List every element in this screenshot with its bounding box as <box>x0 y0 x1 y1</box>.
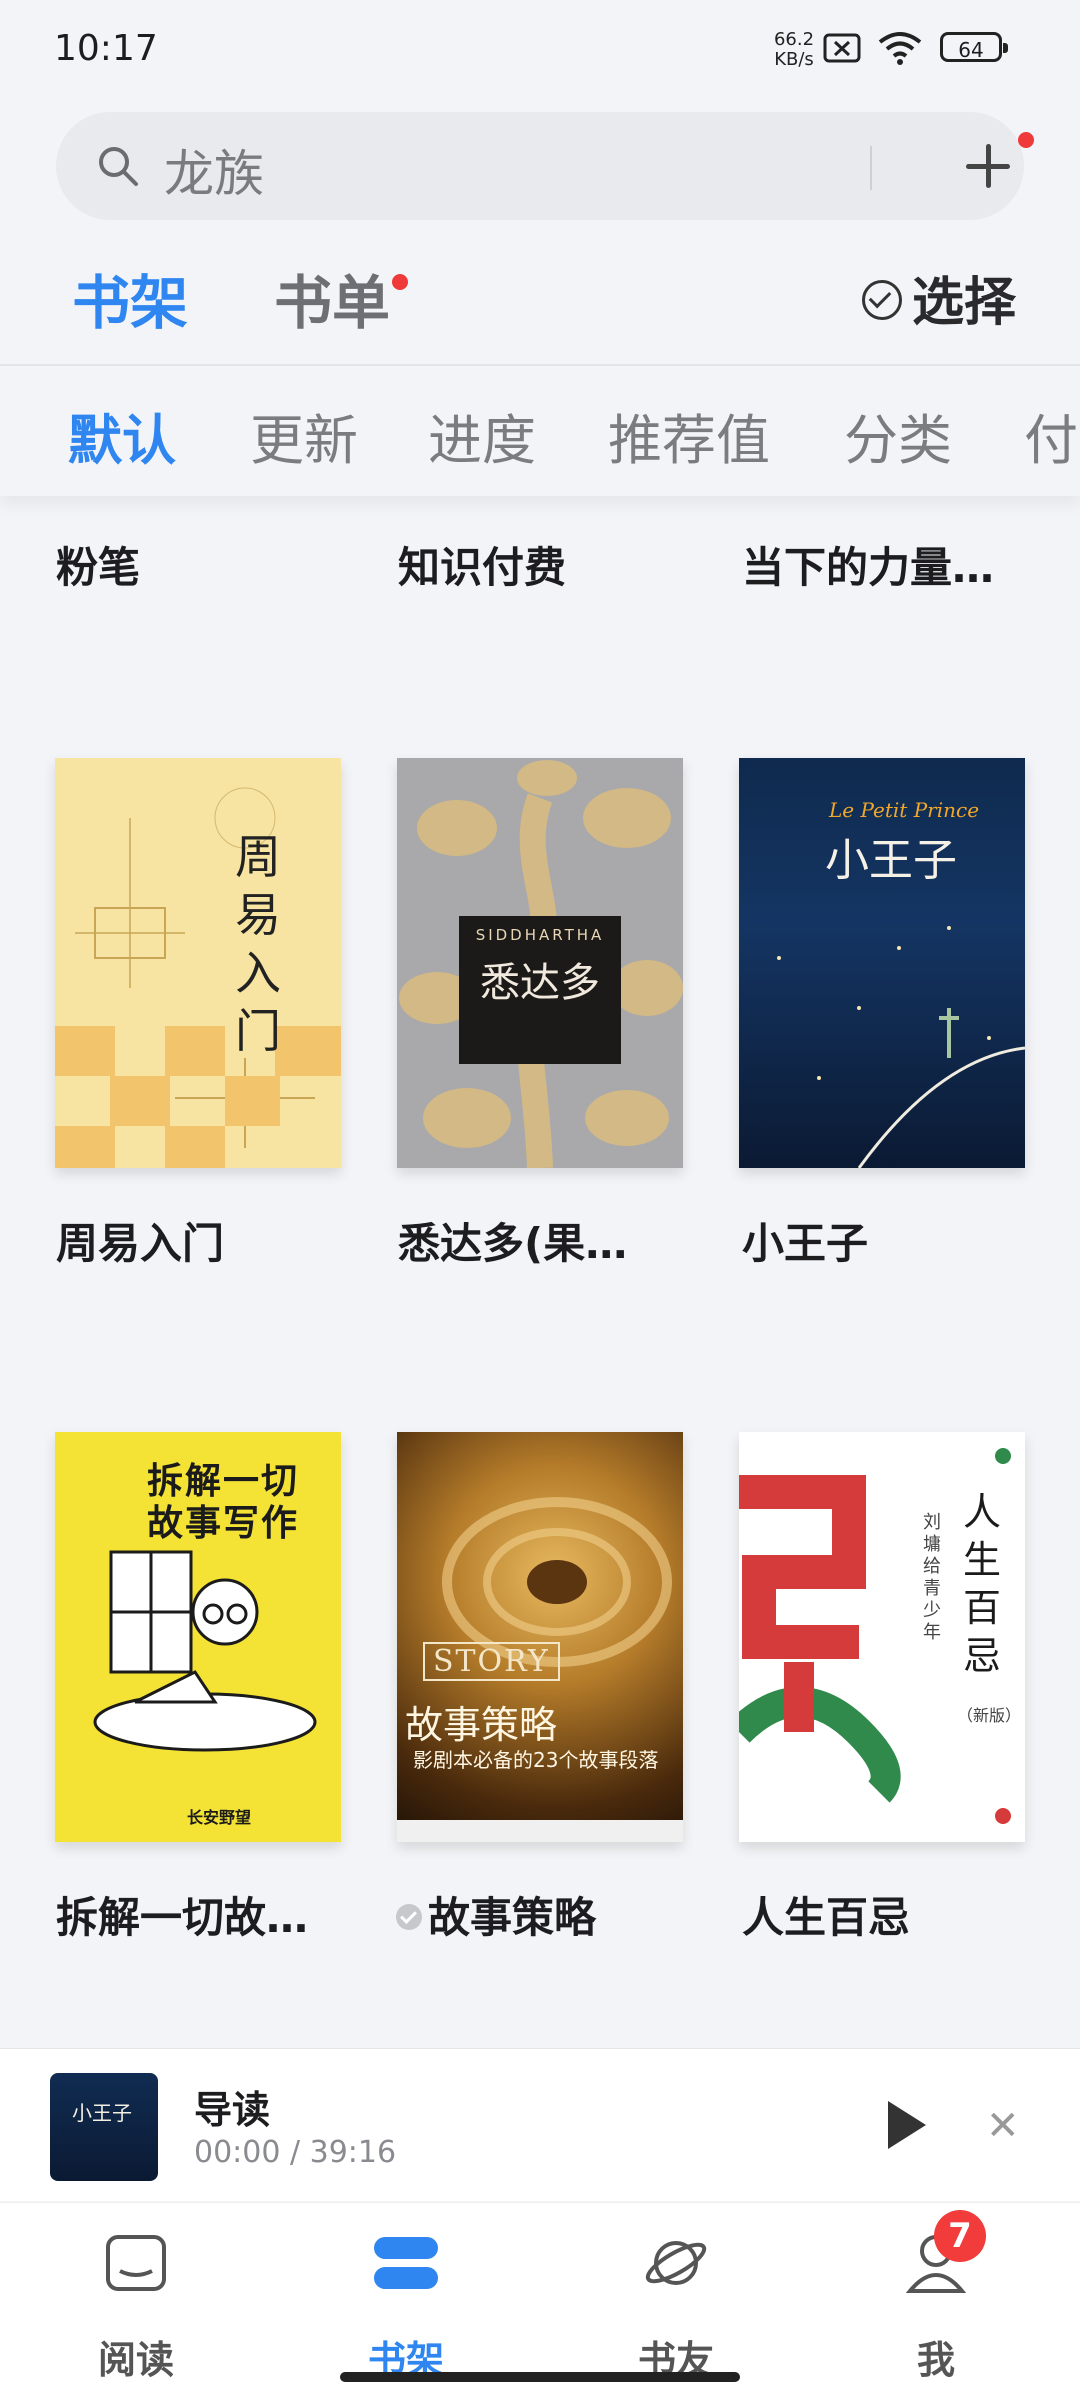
clock: 10:17 <box>54 28 158 69</box>
tab-bookshelf[interactable]: 书架 <box>72 256 188 340</box>
book-title[interactable]: 粉笔 <box>56 534 140 595</box>
search-divider <box>870 146 872 190</box>
add-notification-dot <box>1018 132 1034 148</box>
top-tabs: 书架 书单 选择 <box>0 240 1080 360</box>
book-title[interactable]: 小王子 <box>742 1210 868 1271</box>
book-title[interactable]: 周易入门 <box>56 1210 224 1271</box>
cover-panel: SIDDHARTHA 悉达多 <box>459 916 621 1064</box>
add-icon[interactable] <box>960 138 1016 194</box>
network-speed: 66.2 KB/s <box>773 29 815 70</box>
cover-planet-art <box>777 926 1025 1168</box>
cover-tagline: 影剧本必备的23个故事段落 <box>413 1748 659 1772</box>
sort-tab-category[interactable]: 分类 <box>844 396 952 475</box>
search-bar[interactable]: 龙族 <box>56 112 1034 220</box>
book-title[interactable]: 知识付费 <box>398 534 566 595</box>
cover-illustration <box>93 1550 317 1752</box>
player-title: 导读 <box>194 2088 271 2132</box>
sort-tab-update[interactable]: 更新 <box>250 396 358 475</box>
search-icon <box>99 147 138 186</box>
sort-tab-paid[interactable]: 付 <box>1024 396 1078 475</box>
home-indicator[interactable] <box>340 2372 740 2382</box>
tab-booklist[interactable]: 书单 <box>274 256 390 340</box>
player-time: 00:00 / 39:16 <box>194 2135 397 2170</box>
select-button[interactable]: 选择 <box>861 260 1016 335</box>
bookshelf-icon <box>374 2237 438 2289</box>
cover-author: 长安野望 <box>187 1808 252 1827</box>
book-cover-story-strategy[interactable]: STORY 故事策略 影剧本必备的23个故事段落 <box>397 1432 683 1842</box>
cover-subtitle: STORY <box>423 1642 560 1681</box>
close-icon[interactable]: ✕ <box>986 2103 1020 2149</box>
notification-badge: 7 <box>934 2210 986 2262</box>
cover-staircase-art <box>442 1497 672 1667</box>
cover-title: 故事策略 <box>405 1703 558 1747</box>
player-thumbnail: 小王子 <box>50 2073 158 2181</box>
read-check-icon <box>396 1903 422 1930</box>
book-cover-zhouyi[interactable]: 周易入门 <box>55 758 341 1168</box>
book-title[interactable]: 当下的力量… <box>742 534 994 595</box>
sort-tab-default[interactable]: 默认 <box>68 396 176 475</box>
check-circle-icon <box>861 280 902 320</box>
no-sim-icon <box>823 33 861 63</box>
sort-tabs: 默认 更新 进度 推荐值 分类 付 <box>0 366 1080 496</box>
book-cover-story-writing[interactable]: 拆解一切 故事写作 长安野望 <box>55 1432 341 1842</box>
status-bar: 10:17 66.2 KB/s 64 <box>0 0 1080 100</box>
book-icon <box>106 2235 166 2291</box>
book-title[interactable]: 拆解一切故… <box>56 1884 308 1945</box>
audio-mini-player[interactable]: 小王子 导读 00:00 / 39:16 ✕ <box>0 2048 1080 2201</box>
cover-edition: （新版） <box>957 1706 1022 1725</box>
sort-tab-recommend[interactable]: 推荐值 <box>608 396 770 475</box>
cover-title: 周易入门 <box>235 830 281 1058</box>
sort-tab-progress[interactable]: 进度 <box>428 396 536 475</box>
book-title[interactable]: 悉达多(果… <box>398 1210 627 1271</box>
book-title-with-tag[interactable]: 故事策略 <box>396 1884 596 1945</box>
cover-title: 人生百忌 <box>963 1490 1002 1678</box>
play-icon[interactable] <box>888 2101 926 2149</box>
booklist-notification-dot <box>392 274 408 290</box>
book-title[interactable]: 人生百忌 <box>742 1884 910 1945</box>
cover-footer <box>397 1820 683 1842</box>
book-cover-little-prince[interactable]: Le Petit Prince 小王子 <box>739 758 1025 1168</box>
wifi-icon <box>878 32 922 65</box>
cover-pattern <box>55 1026 341 1168</box>
book-cover-life-taboos[interactable]: 刘墉给青少年 人生百忌 （新版） <box>739 1432 1025 1842</box>
search-query[interactable]: 龙族 <box>164 134 264 206</box>
planet-icon <box>645 2241 707 2285</box>
cover-subtitle: 刘墉给青少年 <box>923 1512 941 1643</box>
battery-indicator: 64 <box>940 32 1008 62</box>
book-cover-siddhartha[interactable]: SIDDHARTHA 悉达多 <box>397 758 683 1168</box>
